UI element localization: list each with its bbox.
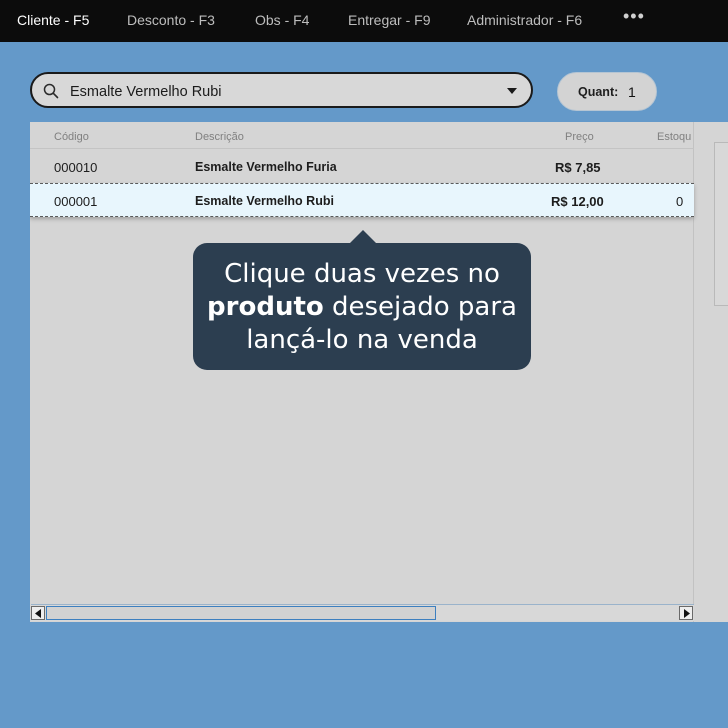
- hint-tooltip: Clique duas vezes no produto desejado pa…: [193, 230, 531, 370]
- column-header-estoque[interactable]: Estoqu: [657, 131, 691, 143]
- side-panel-edge: [714, 142, 728, 306]
- menu-cliente[interactable]: Cliente - F5: [17, 12, 89, 28]
- cell-descricao: Esmalte Vermelho Rubi: [195, 194, 334, 208]
- scroll-right-button[interactable]: [679, 606, 693, 620]
- top-menu-bar: Cliente - F5 Desconto - F3 Obs - F4 Entr…: [0, 0, 728, 42]
- cell-preco: R$ 7,85: [555, 160, 601, 175]
- scrollbar-thumb[interactable]: [46, 606, 436, 620]
- horizontal-scrollbar[interactable]: [31, 604, 694, 621]
- menu-entregar[interactable]: Entregar - F9: [348, 12, 430, 28]
- menu-desconto[interactable]: Desconto - F3: [127, 12, 215, 28]
- menu-administrador[interactable]: Administrador - F6: [467, 12, 582, 28]
- tooltip-line-1: Clique duas vezes no: [224, 259, 500, 289]
- tooltip-emphasis: produto: [207, 292, 324, 322]
- tooltip-line-2: desejado para: [323, 292, 517, 322]
- table-row[interactable]: 000010 Esmalte Vermelho Furia R$ 7,85: [30, 149, 694, 183]
- cell-descricao: Esmalte Vermelho Furia: [195, 160, 337, 174]
- column-header-codigo[interactable]: Código: [54, 131, 89, 143]
- scroll-left-button[interactable]: [31, 606, 45, 620]
- product-grid: Código Descrição Preço Estoqu 000010 Esm…: [30, 122, 694, 622]
- quantity-label: Quant:: [578, 85, 619, 99]
- tooltip-pointer: [349, 230, 377, 244]
- cell-estoque: 0: [676, 194, 684, 209]
- cell-codigo: 000001: [54, 194, 98, 209]
- quantity-field[interactable]: Quant: 1: [557, 72, 657, 111]
- table-row-selected[interactable]: 000001 Esmalte Vermelho Rubi R$ 12,00 0: [30, 183, 694, 217]
- grid-header: Código Descrição Preço Estoqu: [30, 122, 694, 149]
- triangle-left-icon: [35, 609, 41, 618]
- chevron-down-icon[interactable]: [507, 87, 517, 95]
- menu-obs[interactable]: Obs - F4: [255, 12, 309, 28]
- cell-codigo: 000010: [54, 160, 98, 175]
- column-header-preco[interactable]: Preço: [565, 131, 594, 143]
- more-menu-icon[interactable]: •••: [623, 6, 645, 27]
- product-results-panel: Código Descrição Preço Estoqu 000010 Esm…: [30, 122, 728, 622]
- search-input[interactable]: Esmalte Vermelho Rubi: [70, 84, 222, 100]
- cell-preco: R$ 12,00: [551, 194, 604, 209]
- quantity-value[interactable]: 1: [628, 84, 636, 100]
- search-icon: [43, 83, 59, 99]
- triangle-right-icon: [684, 609, 690, 618]
- column-header-descricao[interactable]: Descrição: [195, 131, 244, 143]
- tooltip-line-3: lançá-lo na venda: [246, 325, 478, 355]
- product-search-combobox[interactable]: Esmalte Vermelho Rubi: [30, 72, 533, 108]
